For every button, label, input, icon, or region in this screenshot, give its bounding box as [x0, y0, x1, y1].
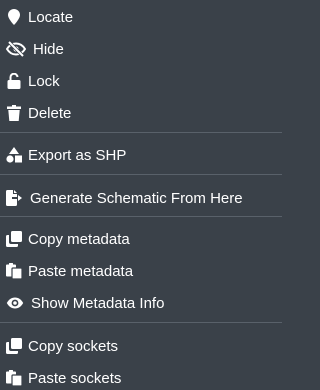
menu-item-export-shp[interactable]: Export as SHP [0, 141, 282, 169]
menu-item-label: Lock [28, 72, 60, 90]
menu-item-label: Copy metadata [28, 230, 130, 248]
map-pin-icon [6, 9, 22, 25]
menu-item-label: Locate [28, 8, 74, 26]
paste-icon [6, 263, 22, 279]
menu-item-label: Show Metadata Info [31, 294, 165, 312]
menu-item-hide[interactable]: Hide [0, 35, 282, 63]
menu-item-label: Paste sockets [28, 369, 122, 387]
trash-icon [6, 105, 22, 121]
shapes-icon [6, 147, 22, 163]
menu-item-label: Paste metadata [28, 262, 134, 280]
menu-item-label: Export as SHP [28, 146, 127, 164]
menu-item-paste-sockets[interactable]: Paste sockets [0, 364, 282, 390]
context-menu: Locate Hide Lock Delete Export as SHP Ge… [0, 0, 282, 390]
copy-icon [6, 231, 22, 247]
menu-item-lock[interactable]: Lock [0, 67, 282, 95]
menu-divider [0, 216, 282, 217]
menu-divider [0, 132, 282, 133]
menu-item-delete[interactable]: Delete [0, 99, 282, 127]
copy-icon [6, 338, 22, 354]
menu-item-copy-sockets[interactable]: Copy sockets [0, 332, 282, 360]
menu-item-show-metadata-info[interactable]: Show Metadata Info [0, 289, 282, 317]
menu-item-copy-metadata[interactable]: Copy metadata [0, 225, 282, 253]
menu-item-generate-schematic[interactable]: Generate Schematic From Here [0, 184, 282, 212]
eye-icon [6, 295, 24, 311]
menu-item-label: Copy sockets [28, 337, 119, 355]
paste-icon [6, 370, 22, 386]
menu-item-label: Generate Schematic From Here [30, 189, 243, 207]
menu-divider [0, 174, 282, 175]
menu-item-paste-metadata[interactable]: Paste metadata [0, 257, 282, 285]
unlock-icon [6, 73, 22, 89]
menu-item-locate[interactable]: Locate [0, 3, 282, 31]
menu-item-label: Delete [28, 104, 72, 122]
file-export-icon [6, 190, 22, 206]
eye-slash-icon [6, 41, 26, 57]
menu-divider [0, 322, 282, 323]
menu-item-label: Hide [33, 40, 64, 58]
